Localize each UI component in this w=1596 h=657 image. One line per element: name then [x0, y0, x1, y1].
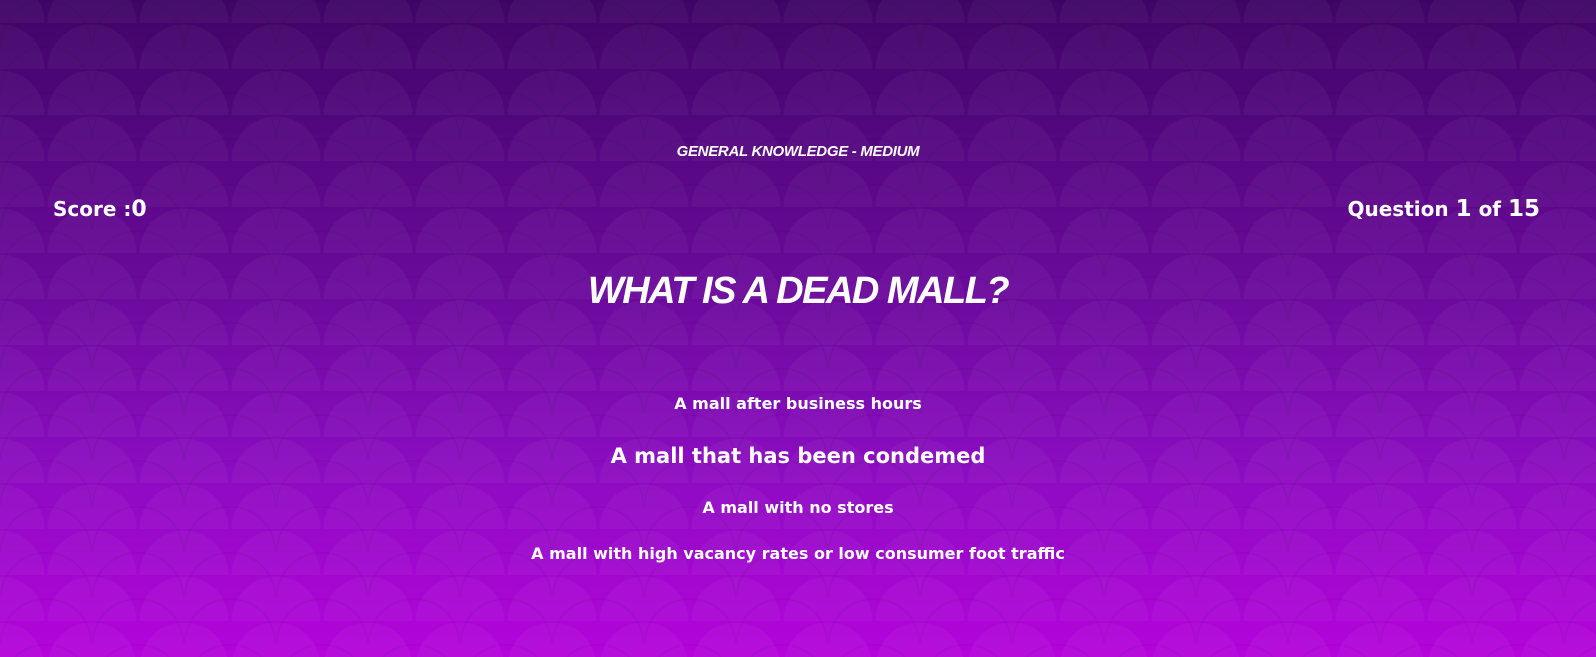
- answer-option-1[interactable]: A mall after business hours: [674, 378, 922, 430]
- answer-option-2[interactable]: A mall that has been condemed: [611, 430, 986, 482]
- answer-list: A mall after business hours A mall that …: [0, 378, 1596, 574]
- question-text: What is a dead mall?: [587, 270, 1010, 312]
- progress-label: Question: [1347, 197, 1449, 221]
- score-value: 0: [131, 197, 147, 222]
- answer-option-4[interactable]: A mall with high vacancy rates or low co…: [531, 534, 1065, 574]
- current-question-number: 1: [1455, 196, 1472, 222]
- quiz-category: General Knowledge - Medium: [676, 143, 920, 160]
- score-display: Score :0: [53, 197, 147, 222]
- question-progress: Question 1 of 15: [1348, 196, 1541, 222]
- total-questions-number: 15: [1507, 196, 1540, 222]
- progress-of-label: of: [1478, 197, 1502, 221]
- score-label: Score :: [53, 197, 132, 221]
- answer-option-3[interactable]: A mall with no stores: [702, 482, 893, 534]
